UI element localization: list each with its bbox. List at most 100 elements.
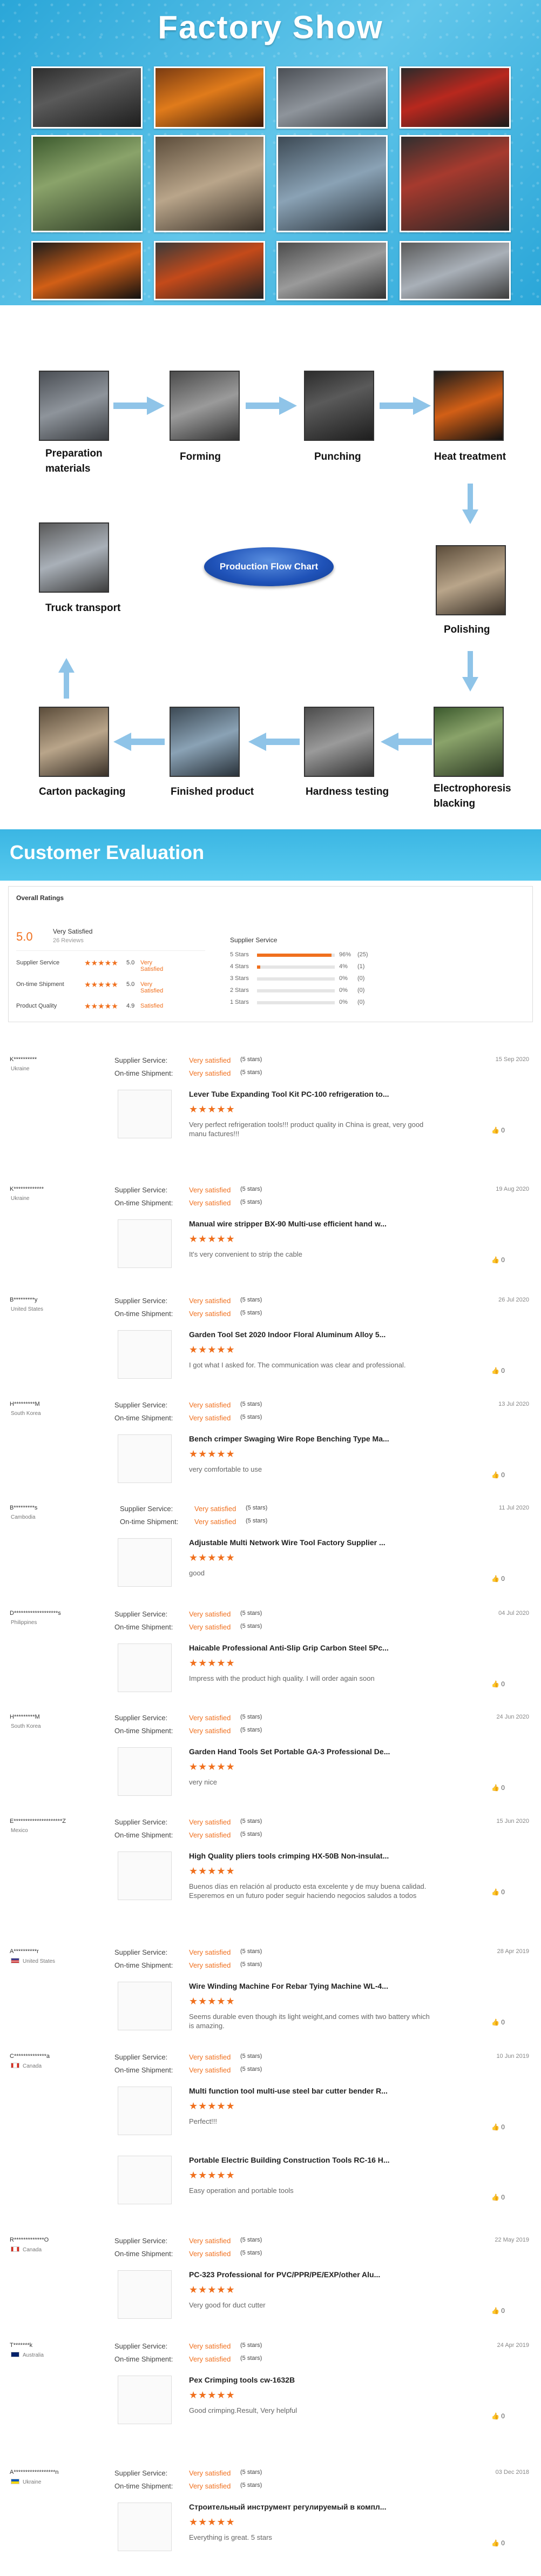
ontime-shipment-stars: (5 stars) bbox=[240, 1961, 262, 1968]
product-thumbnail[interactable] bbox=[118, 1538, 172, 1587]
distribution-bar bbox=[257, 989, 335, 992]
like-button[interactable]: 👍 0 bbox=[491, 1784, 505, 1792]
like-count: 0 bbox=[501, 2018, 505, 2026]
supplier-service-stars: (5 stars) bbox=[240, 1297, 262, 1303]
review-date: 22 May 2019 bbox=[495, 2237, 529, 2243]
rating-row-label: On-time Shipment bbox=[16, 981, 64, 988]
production-flow-chart-badge: Production Flow Chart bbox=[204, 547, 334, 586]
step-image-electrophoresis bbox=[434, 707, 504, 777]
like-button[interactable]: 👍 0 bbox=[491, 2412, 505, 2420]
product-thumbnail[interactable] bbox=[118, 1852, 172, 1900]
factory-photo bbox=[276, 241, 388, 300]
ontime-shipment-stars: (5 stars) bbox=[240, 2482, 262, 2488]
like-button[interactable]: 👍 0 bbox=[491, 1575, 505, 1582]
like-button[interactable]: 👍 0 bbox=[491, 2123, 505, 2131]
product-thumbnail[interactable] bbox=[118, 1982, 172, 2030]
product-thumbnail[interactable] bbox=[118, 1219, 172, 1268]
supplier-service-value: Very satisfied bbox=[189, 2053, 231, 2061]
reviewer-country: Philippines bbox=[11, 1620, 37, 1626]
product-title-link[interactable]: Pex Crimping tools cw-1632B bbox=[189, 2376, 295, 2384]
reviewer-name: B*********s bbox=[10, 1505, 38, 1511]
product-title-link[interactable]: Bench crimper Swaging Wire Rope Benching… bbox=[189, 1434, 389, 1443]
product-title-link[interactable]: Wire Winding Machine For Rebar Tying Mac… bbox=[189, 1982, 388, 1990]
reviewer-name: K********** bbox=[10, 1056, 37, 1063]
ontime-shipment-stars: (5 stars) bbox=[240, 1069, 262, 1076]
supplier-service-label: Supplier Service: bbox=[120, 1505, 173, 1513]
step-label-hardness-testing: Hardness testing bbox=[306, 786, 389, 797]
reviewer-name: H*********M bbox=[10, 1714, 40, 1720]
supplier-service-value: Very satisfied bbox=[194, 1505, 236, 1513]
product-title-link[interactable]: Adjustable Multi Network Wire Tool Facto… bbox=[189, 1538, 386, 1547]
product-title-link[interactable]: Garden Hand Tools Set Portable GA-3 Prof… bbox=[189, 1747, 390, 1756]
like-button[interactable]: 👍 0 bbox=[491, 2539, 505, 2547]
supplier-service-value: Very satisfied bbox=[189, 1401, 231, 1409]
product-title-link[interactable]: Garden Tool Set 2020 Indoor Floral Alumi… bbox=[189, 1330, 386, 1339]
review-date: 11 Jul 2020 bbox=[498, 1505, 529, 1511]
step-label-forming: Forming bbox=[180, 451, 221, 462]
product-thumbnail[interactable] bbox=[118, 1643, 172, 1692]
product-title-link[interactable]: Строительный инструмент регулируемый в к… bbox=[189, 2503, 386, 2511]
country-flag-icon bbox=[11, 2479, 19, 2484]
product-thumbnail[interactable] bbox=[118, 1747, 172, 1796]
distribution-bar-fill bbox=[257, 965, 260, 969]
product-thumbnail[interactable] bbox=[118, 2087, 172, 2135]
like-button[interactable]: 👍 0 bbox=[491, 2307, 505, 2315]
review-item: T*******k Australia Supplier Service: Very … bbox=[0, 2342, 541, 2439]
product-thumbnail[interactable] bbox=[118, 1330, 172, 1379]
supplier-service-value: Very satisfied bbox=[189, 1818, 231, 1826]
review-item: H*********M South Korea Supplier Service: V… bbox=[0, 1714, 541, 1811]
thumbs-up-icon: 👍 bbox=[491, 1471, 499, 1479]
product-title-link[interactable]: High Quality pliers tools crimping HX-50… bbox=[189, 1852, 389, 1860]
review-stars: ★★★★★ bbox=[189, 2170, 235, 2181]
factory-photo bbox=[400, 135, 511, 232]
product-title-link[interactable]: Manual wire stripper BX-90 Multi-use eff… bbox=[189, 1219, 387, 1228]
review-date: 15 Jun 2020 bbox=[496, 1818, 529, 1824]
like-button[interactable]: 👍 0 bbox=[491, 1256, 505, 1264]
ontime-shipment-label: On-time Shipment: bbox=[114, 1727, 173, 1735]
like-button[interactable]: 👍 0 bbox=[491, 1367, 505, 1374]
ontime-shipment-stars: (5 stars) bbox=[240, 1310, 262, 1316]
like-button[interactable]: 👍 0 bbox=[491, 2193, 505, 2201]
ontime-shipment-stars: (5 stars) bbox=[240, 1414, 262, 1420]
product-title-link[interactable]: Multi function tool multi-use steel bar … bbox=[189, 2087, 388, 2095]
product-title-link[interactable]: PC-323 Professional for PVC/PPR/PE/EXP/o… bbox=[189, 2270, 380, 2279]
reviewer-name: R*************O bbox=[10, 2237, 49, 2243]
ontime-shipment-label: On-time Shipment: bbox=[114, 1961, 173, 1969]
reviewer-name: C**************a bbox=[10, 2053, 50, 2060]
product-thumbnail[interactable] bbox=[118, 1090, 172, 1138]
step-label-truck-transport: Truck transport bbox=[45, 602, 121, 614]
like-button[interactable]: 👍 0 bbox=[491, 1471, 505, 1479]
product-thumbnail[interactable] bbox=[118, 2376, 172, 2424]
product-thumbnail[interactable] bbox=[118, 2270, 172, 2319]
supplier-service-stars: (5 stars) bbox=[240, 1714, 262, 1720]
supplier-service-value: Very satisfied bbox=[189, 2342, 231, 2350]
product-thumbnail[interactable] bbox=[118, 1434, 172, 1483]
review-date: 26 Jul 2020 bbox=[498, 1297, 529, 1303]
product-title-link[interactable]: Haicable Professional Anti-Slip Grip Car… bbox=[189, 1643, 389, 1652]
thumbs-up-icon: 👍 bbox=[491, 1575, 499, 1582]
product-title-link[interactable]: Lever Tube Expanding Tool Kit PC-100 ref… bbox=[189, 1090, 389, 1098]
like-button[interactable]: 👍 0 bbox=[491, 1888, 505, 1896]
rating-row-word: Very Satisfied bbox=[140, 981, 164, 994]
ontime-shipment-stars: (5 stars) bbox=[240, 1831, 262, 1837]
ontime-shipment-stars: (5 stars) bbox=[240, 2355, 262, 2362]
like-button[interactable]: 👍 0 bbox=[491, 1126, 505, 1134]
reviewer-country: South Korea bbox=[11, 1411, 41, 1417]
supplier-service-label: Supplier Service: bbox=[114, 2469, 168, 2477]
product-thumbnail[interactable] bbox=[118, 2503, 172, 2551]
like-button[interactable]: 👍 0 bbox=[491, 2018, 505, 2026]
reviewer-country-text: Mexico bbox=[11, 1828, 28, 1834]
step-image-punching bbox=[304, 371, 374, 441]
supplier-service-value: Very satisfied bbox=[189, 1714, 231, 1722]
ontime-shipment-value: Very satisfied bbox=[189, 1199, 231, 1207]
product-title-link[interactable]: Portable Electric Building Construction … bbox=[189, 2156, 390, 2164]
like-count: 0 bbox=[501, 1367, 505, 1374]
review-date: 24 Jun 2020 bbox=[496, 1714, 529, 1720]
ontime-shipment-stars: (5 stars) bbox=[240, 2250, 262, 2256]
thumbs-up-icon: 👍 bbox=[491, 2539, 499, 2547]
product-thumbnail[interactable] bbox=[118, 2156, 172, 2204]
like-button[interactable]: 👍 0 bbox=[491, 1680, 505, 1688]
review-date: 03 Dec 2018 bbox=[495, 2469, 529, 2476]
review-date: 13 Jul 2020 bbox=[498, 1401, 529, 1407]
distribution-bar bbox=[257, 1001, 335, 1004]
